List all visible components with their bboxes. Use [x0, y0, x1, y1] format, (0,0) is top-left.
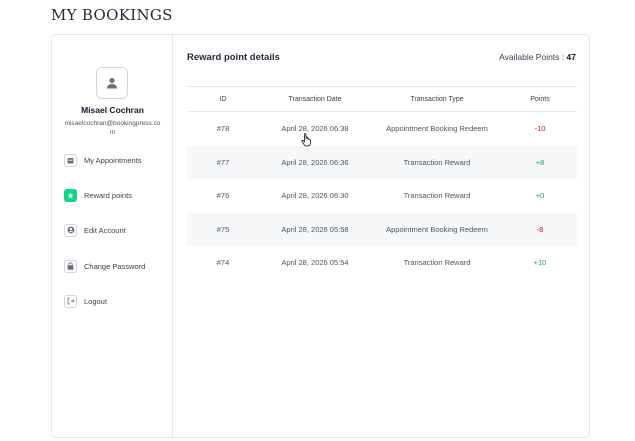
reward-points-panel: Reward point details Available Points : … [174, 35, 590, 437]
cell-id: #76 [216, 191, 230, 201]
cell-date: April 28, 2026 06:30 [281, 191, 349, 201]
cell-points: +8 [535, 157, 545, 167]
table-row: #75 April 28, 2026 05:58 Appointment Boo… [187, 212, 577, 246]
sidebar-item-my-appointments[interactable]: My Appointments [64, 153, 142, 167]
sidebar-item-label: Change Password [84, 261, 146, 271]
sidebar-item-label: Edit Account [84, 225, 126, 235]
column-header-id: ID [219, 95, 227, 103]
avatar [96, 67, 128, 99]
cell-id: #74 [216, 258, 230, 268]
sidebar-item-logout[interactable]: Logout [64, 294, 107, 308]
sidebar-item-edit-account[interactable]: Edit Account [64, 223, 126, 237]
reward-table: ID Transaction Date Transaction Type Poi… [187, 86, 577, 280]
table-header: ID Transaction Date Transaction Type Poi… [187, 86, 577, 112]
cell-type: Transaction Reward [403, 157, 471, 167]
table-row: #78 April 28, 2026 06:38 Appointment Boo… [187, 112, 577, 146]
logout-icon [64, 294, 77, 308]
table-row: #74 April 28, 2026 05:54 Transaction Rew… [187, 246, 577, 280]
sidebar-item-reward-points[interactable]: Reward points [64, 188, 132, 202]
hand-pointer-cursor-icon [301, 133, 311, 147]
sidebar-item-change-password[interactable]: Change Password [64, 259, 145, 273]
table-row: #76 April 28, 2026 06:30 Transaction Rew… [187, 179, 577, 213]
cell-points: +10 [533, 258, 547, 268]
column-header-date: Transaction Date [288, 95, 342, 103]
available-points-value: 47 [566, 52, 576, 62]
cell-id: #75 [216, 224, 230, 234]
sidebar: Misael Cochran misaelcochran@bookingpres… [52, 35, 173, 437]
cell-date: April 28, 2026 05:54 [281, 258, 349, 268]
sidebar-item-label: My Appointments [84, 155, 142, 165]
table-row: #77 April 28, 2026 06:36 Transaction Rew… [187, 145, 577, 179]
cell-type: Transaction Reward [403, 258, 471, 268]
section-title: Reward point details [187, 52, 280, 63]
cell-type: Transaction Reward [403, 191, 471, 201]
column-header-type: Transaction Type [410, 95, 464, 103]
sidebar-item-label: Reward points [84, 190, 132, 200]
available-points-label: Available Points : [499, 52, 565, 62]
available-points: Available Points : 47 [499, 52, 576, 62]
cell-points: -10 [534, 124, 546, 134]
account-card: Misael Cochran misaelcochran@bookingpres… [51, 34, 590, 438]
cell-date: April 28, 2026 06:36 [281, 157, 349, 167]
calendar-icon [64, 153, 77, 167]
cell-points: -8 [536, 224, 544, 234]
user-icon [107, 77, 117, 89]
cell-type: Appointment Booking Redeem [386, 224, 488, 234]
cell-date: April 28, 2026 05:58 [281, 224, 349, 234]
cell-type: Appointment Booking Redeem [386, 124, 488, 134]
lock-icon [64, 259, 77, 273]
star-icon [64, 188, 77, 202]
user-circle-icon [64, 223, 77, 237]
cell-id: #77 [216, 157, 230, 167]
user-name: Misael Cochran [81, 105, 144, 115]
cell-points: +0 [535, 191, 545, 201]
cell-id: #78 [216, 124, 230, 134]
page-title: MY BOOKINGS [51, 6, 173, 24]
sidebar-item-label: Logout [84, 296, 107, 306]
cell-date: April 28, 2026 06:38 [281, 124, 349, 134]
user-email: misaelcochran@bookingpress.com [64, 120, 161, 136]
column-header-points: Points [530, 95, 550, 103]
